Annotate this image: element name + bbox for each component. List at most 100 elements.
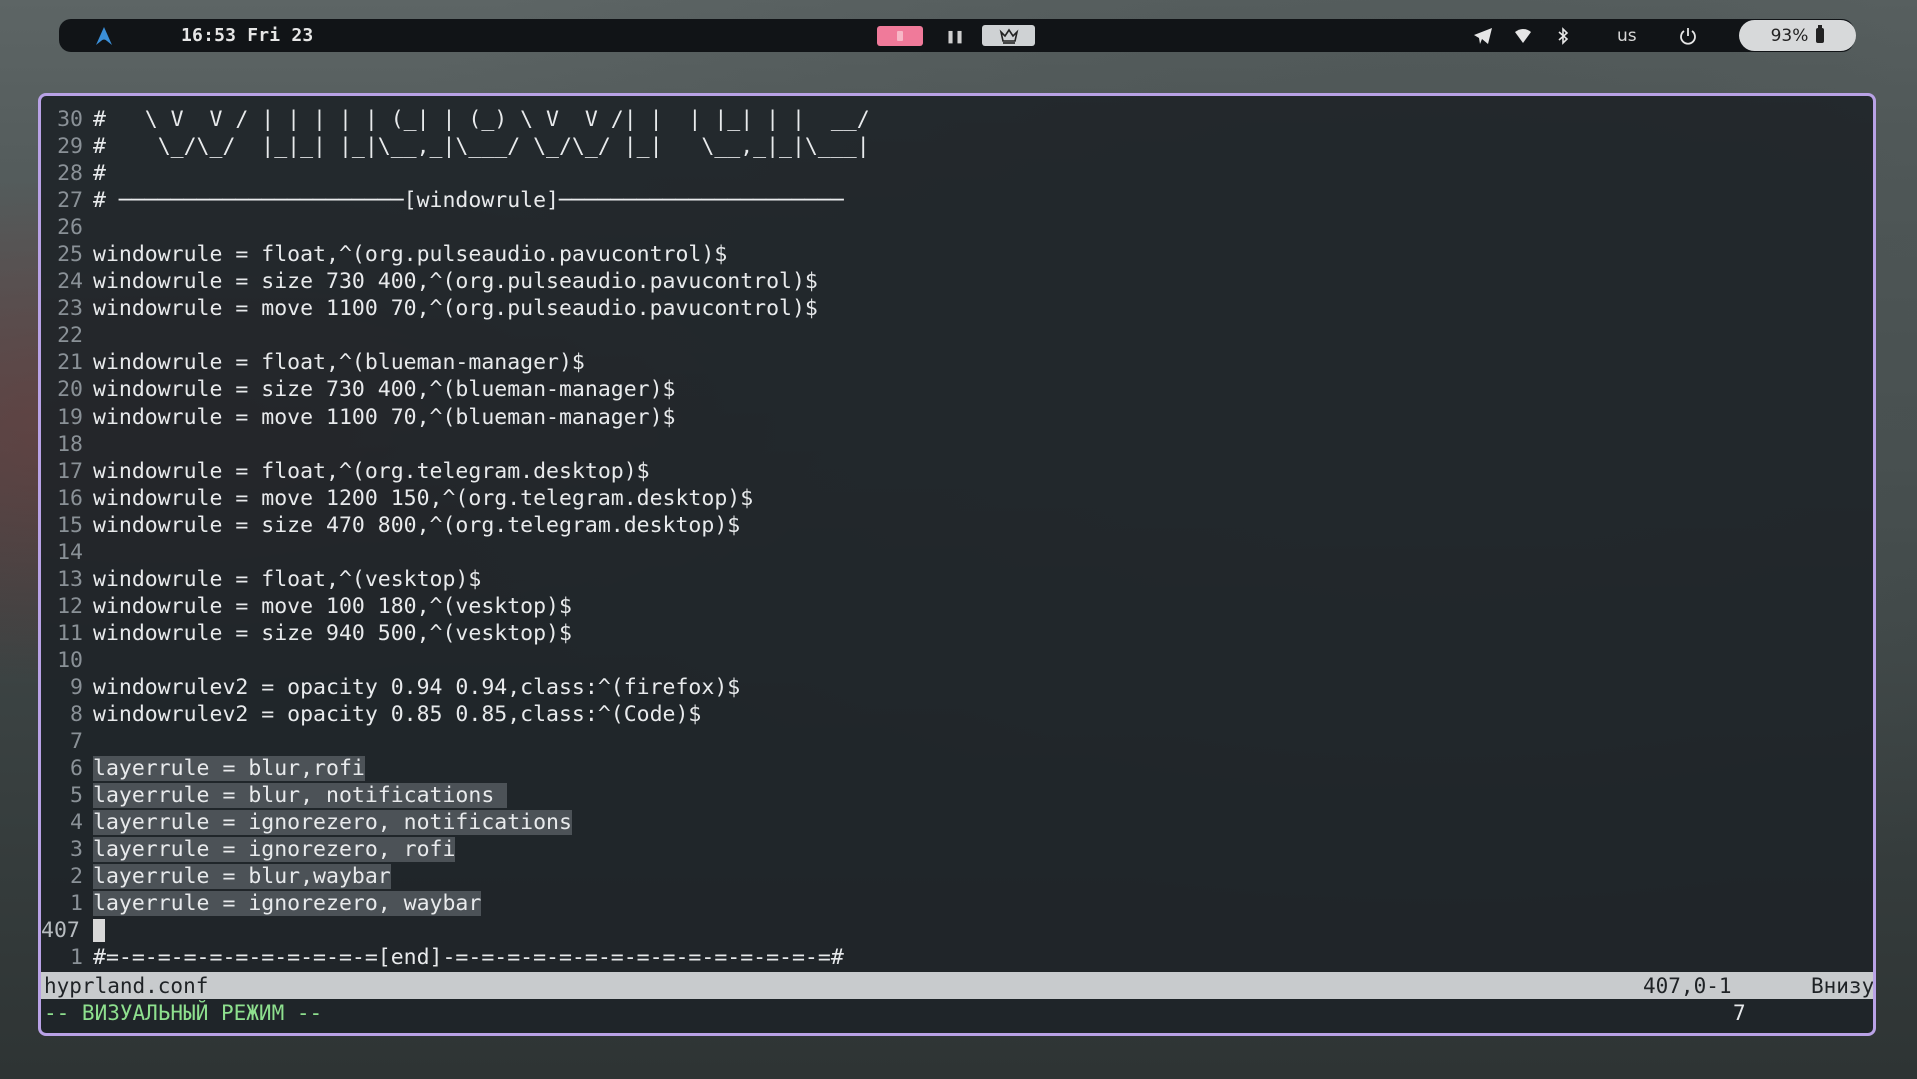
line-number: 28: [57, 161, 83, 187]
line-number: 3: [70, 837, 83, 863]
line-text[interactable]: windowrule = float,^(org.telegram.deskto…: [93, 459, 650, 484]
top-bar: 16:53 Fri 23 ❚❚ us 93%: [59, 19, 1856, 52]
line-text[interactable]: windowrule = size 730 400,^(org.pulseaud…: [93, 269, 818, 294]
line-number: 25: [57, 242, 83, 268]
editor-line[interactable]: 2 layerrule = blur,waybar: [41, 863, 1873, 890]
editor-line[interactable]: 13 windowrule = float,^(vesktop)$: [41, 566, 1873, 593]
line-text[interactable]: windowrule = move 1200 150,^(org.telegra…: [93, 486, 753, 511]
line-number: 17: [57, 458, 83, 484]
crown-icon[interactable]: [982, 25, 1035, 46]
editor-buffer[interactable]: 30 # \ V V / | | | | | (_| | (_) \ V V /|…: [41, 106, 1873, 972]
line-number: 9: [70, 675, 83, 700]
editor-line[interactable]: 10: [41, 647, 1873, 674]
line-number: 24: [57, 269, 83, 295]
line-text[interactable]: windowrule = move 1100 70,^(blueman-mana…: [93, 405, 675, 430]
line-text[interactable]: windowrule = move 1100 70,^(org.pulseaud…: [93, 296, 818, 321]
editor-line[interactable]: 29 # \_/\_/ |_|_| |_|\__,_|\___/ \_/\_/ |…: [41, 133, 1873, 160]
workspace-indicator[interactable]: [877, 19, 923, 52]
editor-line[interactable]: 18: [41, 431, 1873, 458]
editor-line[interactable]: 4 layerrule = ignorezero, notifications: [41, 809, 1873, 836]
editor-line[interactable]: 24 windowrule = size 730 400,^(org.pulsea…: [41, 268, 1873, 295]
line-text[interactable]: layerrule = ignorezero, rofi: [93, 837, 456, 863]
line-number: 4: [70, 810, 83, 836]
line-text[interactable]: windowrule = float,^(blueman-manager)$: [93, 350, 585, 375]
clock[interactable]: 16:53 Fri 23: [181, 19, 313, 52]
line-text[interactable]: #=-=-=-=-=-=-=-=-=-=-=[end]-=-=-=-=-=-=-…: [93, 945, 844, 970]
keyboard-layout[interactable]: us: [1617, 19, 1637, 52]
telegram-icon[interactable]: [1473, 19, 1493, 52]
editor-line[interactable]: 1 layerrule = ignorezero, waybar: [41, 890, 1873, 917]
arch-logo-icon[interactable]: [94, 19, 114, 52]
editor-line[interactable]: 407: [41, 917, 1873, 944]
line-text[interactable]: windowrulev2 = opacity 0.85 0.85,class:^…: [93, 702, 701, 727]
line-text[interactable]: layerrule = ignorezero, notifications: [93, 810, 572, 836]
line-text[interactable]: windowrule = size 940 500,^(vesktop)$: [93, 621, 572, 646]
vim-mode-indicator: -- ВИЗУАЛЬНЫЙ РЕЖИМ --: [44, 1000, 323, 1025]
line-text[interactable]: #: [93, 161, 106, 186]
editor-line[interactable]: 5 layerrule = blur, notifications: [41, 782, 1873, 809]
line-number: 5: [70, 783, 83, 809]
line-number: 19: [57, 404, 83, 430]
line-text[interactable]: windowrule = move 100 180,^(vesktop)$: [93, 594, 572, 619]
line-text[interactable]: windowrule = float,^(vesktop)$: [93, 567, 481, 592]
editor-line[interactable]: 20 windowrule = size 730 400,^(blueman-ma…: [41, 376, 1873, 403]
editor-line[interactable]: 19 windowrule = move 1100 70,^(blueman-ma…: [41, 404, 1873, 431]
editor-line[interactable]: 9 windowrulev2 = opacity 0.94 0.94,class:…: [41, 674, 1873, 701]
mode-line: -- ВИЗУАЛЬНЫЙ РЕЖИМ -- 7: [41, 999, 1873, 1026]
editor-line[interactable]: 23 windowrule = move 1100 70,^(org.pulsea…: [41, 295, 1873, 322]
status-cursor-position: 407,0-1: [1643, 973, 1732, 998]
editor-line[interactable]: 21 windowrule = float,^(blueman-manager)$: [41, 349, 1873, 376]
line-text[interactable]: # \_/\_/ |_|_| |_|\__,_|\___/ \_/\_/ |_|…: [93, 134, 870, 159]
editor-line[interactable]: 17 windowrule = float,^(org.telegram.desk…: [41, 458, 1873, 485]
editor-line[interactable]: 11 windowrule = size 940 500,^(vesktop)$: [41, 620, 1873, 647]
line-number: 30: [57, 107, 83, 133]
line-number: 23: [57, 296, 83, 322]
line-text[interactable]: windowrule = size 730 400,^(blueman-mana…: [93, 377, 675, 402]
status-line: hyprland.conf 407,0-1 Внизу: [41, 972, 1873, 999]
editor-line[interactable]: 6 layerrule = blur,rofi: [41, 755, 1873, 782]
line-number: 27: [57, 188, 83, 214]
line-number: 22: [57, 323, 83, 349]
line-number: 16: [57, 485, 83, 511]
editor-line[interactable]: 15 windowrule = size 470 800,^(org.telegr…: [41, 512, 1873, 539]
power-icon[interactable]: [1679, 19, 1697, 52]
editor-line[interactable]: 12 windowrule = move 100 180,^(vesktop)$: [41, 593, 1873, 620]
line-text[interactable]: # ──────────────────────[windowrule]────…: [93, 188, 844, 213]
line-number: 10: [57, 647, 83, 673]
status-filename: hyprland.conf: [44, 973, 209, 998]
editor-line[interactable]: 22: [41, 322, 1873, 349]
line-number: 11: [57, 620, 83, 646]
selection-count: 7: [1733, 1000, 1746, 1025]
line-text[interactable]: layerrule = blur,rofi: [93, 756, 365, 782]
line-number: 29: [57, 134, 83, 160]
editor-line[interactable]: 25 windowrule = float,^(org.pulseaudio.pa…: [41, 241, 1873, 268]
editor-line[interactable]: 27 # ──────────────────────[windowrule]──…: [41, 187, 1873, 214]
active-workspace-button[interactable]: [877, 25, 923, 46]
line-number: 1: [70, 945, 83, 971]
line-text[interactable]: layerrule = ignorezero, waybar: [93, 891, 482, 917]
editor-line[interactable]: 28 #: [41, 160, 1873, 187]
line-text[interactable]: layerrule = blur,waybar: [93, 864, 391, 890]
editor-line[interactable]: 16 windowrule = move 1200 150,^(org.teleg…: [41, 485, 1873, 512]
editor-line[interactable]: 26: [41, 214, 1873, 241]
line-text[interactable]: windowrule = size 470 800,^(org.telegram…: [93, 513, 740, 538]
line-text[interactable]: layerrule = blur, notifications: [93, 783, 508, 809]
editor-line[interactable]: 8 windowrulev2 = opacity 0.85 0.85,class:…: [41, 701, 1873, 728]
line-text[interactable]: # \ V V / | | | | | (_| | (_) \ V V /| |…: [93, 107, 870, 132]
editor-line[interactable]: 14: [41, 539, 1873, 566]
editor-line[interactable]: 30 # \ V V / | | | | | (_| | (_) \ V V /|…: [41, 106, 1873, 133]
editor-line[interactable]: 3 layerrule = ignorezero, rofi: [41, 836, 1873, 863]
editor-line[interactable]: 1 #=-=-=-=-=-=-=-=-=-=-=[end]-=-=-=-=-=-=…: [41, 944, 1873, 971]
line-number: 18: [57, 431, 83, 457]
line-text[interactable]: windowrulev2 = opacity 0.94 0.94,class:^…: [93, 675, 740, 700]
editor-line[interactable]: 7: [41, 728, 1873, 755]
pause-icon[interactable]: ❚❚: [946, 19, 964, 52]
battery-percent: 93%: [1770, 25, 1809, 46]
line-number: 8: [70, 702, 83, 728]
line-text[interactable]: windowrule = float,^(org.pulseaudio.pavu…: [93, 242, 727, 267]
battery-indicator[interactable]: 93%: [1739, 20, 1856, 51]
bluetooth-icon[interactable]: [1557, 19, 1569, 52]
terminal-window[interactable]: 30 # \ V V / | | | | | (_| | (_) \ V V /|…: [38, 93, 1876, 1036]
wifi-icon[interactable]: [1514, 19, 1532, 52]
line-number: 21: [57, 350, 83, 376]
